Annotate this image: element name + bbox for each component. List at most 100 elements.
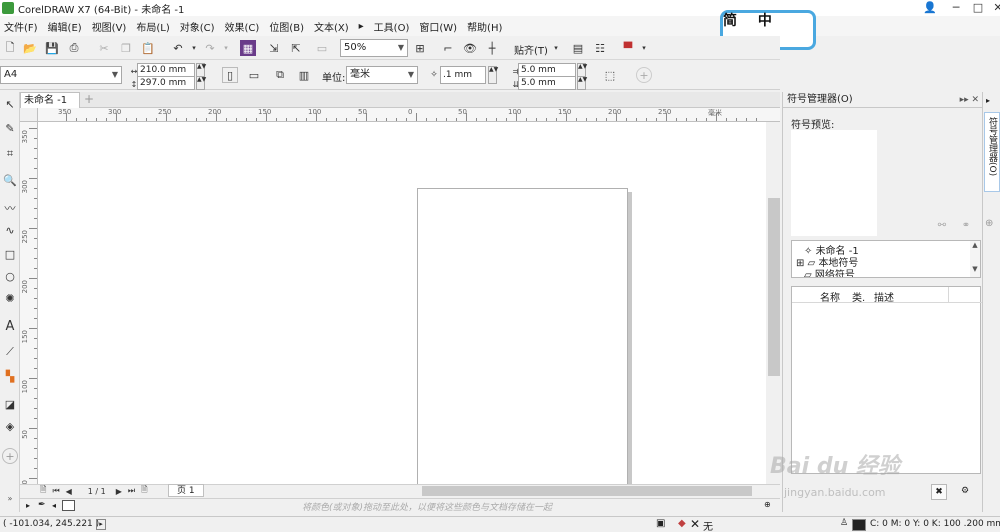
menu-text[interactable]: 文本(X) [314, 19, 349, 34]
column-description[interactable]: 描述 [874, 289, 894, 304]
page-width-spinner[interactable]: ▲▼ [196, 63, 206, 77]
menu-object[interactable]: 对象(C) [180, 19, 215, 34]
text-tool-icon[interactable]: A [2, 318, 18, 334]
palette-menu-icon[interactable]: ▸ [26, 501, 30, 510]
new-document-icon[interactable]: 🗋 [2, 40, 18, 56]
connector-tool-icon[interactable]: ▚ [2, 368, 18, 384]
print-icon[interactable]: ⎙ [66, 40, 82, 56]
minimize-button[interactable]: ─ [944, 0, 968, 16]
copy-icon[interactable]: ❐ [118, 40, 134, 56]
tree-item-network-symbols[interactable]: ▱ 网络符号 [804, 266, 855, 277]
search-content-icon[interactable]: ▦ [240, 40, 256, 56]
menu-bitmaps[interactable]: 位图(B) [269, 19, 304, 34]
menu-more-arrow[interactable]: ▸ [359, 21, 364, 32]
menu-file[interactable]: 文件(F) [4, 19, 38, 34]
zoom-level-select[interactable]: 50% ▼ [340, 39, 408, 57]
palette-scroll-left-icon[interactable]: ◂ [52, 501, 56, 510]
duplicate-y-spinner[interactable]: ▲▼ [577, 76, 587, 90]
welcome-screen-icon[interactable]: ▤ [570, 40, 586, 56]
ellipse-tool-icon[interactable]: ○ [2, 268, 18, 284]
fill-tool-icon[interactable]: ◈ [2, 418, 18, 434]
page-height-field[interactable]: 297.0 mm [137, 76, 195, 90]
unit-select[interactable]: 毫米 ▼ [346, 66, 418, 84]
ruler-origin[interactable] [20, 108, 38, 122]
docker-collapse-icon[interactable]: ▸▸ ✕ [960, 92, 979, 108]
launcher-chevron-icon[interactable]: ▾ [636, 40, 652, 56]
side-collapse-icon[interactable]: ▸ [986, 96, 990, 105]
page-height-spinner[interactable]: ▲▼ [196, 76, 206, 90]
expand-icon[interactable]: » [2, 490, 18, 506]
page-width-field[interactable]: 210.0 mm [137, 63, 195, 77]
portrait-icon[interactable]: ▯ [222, 67, 238, 83]
add-page-end-icon[interactable]: 🗎 [141, 484, 147, 498]
all-pages-icon[interactable]: ⧉ [272, 67, 288, 83]
show-grid-icon[interactable]: 👁 [462, 40, 478, 56]
symbol-options-icon[interactable]: ⚭ [959, 220, 973, 234]
snap-to-dropdown[interactable]: 贴齐(T) [514, 42, 548, 57]
nudge-spinner[interactable]: ▲▼ [488, 66, 498, 84]
previous-page-icon[interactable]: ◀ [66, 487, 72, 496]
add-tool-icon[interactable]: + [2, 448, 18, 464]
import-icon[interactable]: ⇲ [266, 40, 282, 56]
options-icon[interactable]: ☷ [592, 40, 608, 56]
add-page-start-icon[interactable]: 🗎 [40, 484, 46, 498]
symbol-list[interactable]: 名称 类. 描述 [791, 286, 982, 474]
tree-scrollbar[interactable]: ▲ ▼ [970, 241, 980, 277]
tab-symbol-manager[interactable]: 符号管理器(O) [984, 112, 1000, 192]
dimension-tool-icon[interactable]: ⟋ [2, 344, 18, 360]
first-page-icon[interactable]: ⏮ [52, 486, 59, 496]
drawing-canvas[interactable] [38, 122, 766, 484]
launcher-icon[interactable]: ▀ [620, 40, 636, 56]
publish-pdf-icon[interactable]: ▭ [314, 40, 330, 56]
tab-document[interactable]: 未命名 -1 [20, 92, 80, 108]
crop-tool-icon[interactable]: ⌗ [2, 146, 18, 162]
menu-view[interactable]: 视图(V) [92, 19, 127, 34]
user-icon[interactable]: 👤 [918, 0, 942, 16]
redo-dropdown-icon[interactable]: ▾ [218, 40, 234, 56]
last-page-icon[interactable]: ⏭ [128, 486, 135, 496]
treat-as-filled-icon[interactable]: ⬚ [602, 67, 618, 83]
paper-size-select[interactable]: A4 ▼ [0, 66, 122, 84]
paste-icon[interactable]: 📋 [140, 40, 156, 56]
menu-help[interactable]: 帮助(H) [467, 19, 502, 34]
page-tab[interactable]: 页 1 [168, 484, 204, 497]
document-color-settings-icon[interactable]: ▣ [656, 518, 665, 529]
side-add-icon[interactable]: ⊕ [985, 218, 993, 229]
freehand-tool-icon[interactable]: 〰 [2, 200, 18, 216]
column-type[interactable]: 类. [852, 289, 865, 304]
undo-dropdown-icon[interactable]: ▾ [186, 40, 202, 56]
full-screen-icon[interactable]: ⊞ [412, 40, 428, 56]
close-button[interactable]: ✕ [986, 0, 1000, 16]
menu-window[interactable]: 窗口(W) [419, 19, 457, 34]
horizontal-scroll-thumb[interactable] [422, 486, 752, 496]
nudge-distance-field[interactable]: .1 mm [440, 66, 486, 84]
export-symbol-icon[interactable]: ⚯ [935, 220, 949, 234]
artistic-media-icon[interactable]: ∿ [2, 222, 18, 238]
no-color-swatch[interactable] [62, 500, 75, 511]
new-tab-button[interactable]: + [82, 93, 96, 107]
shape-tool-icon[interactable]: ✎ [2, 120, 18, 136]
vertical-ruler[interactable]: 350 300 250 200 150 100 50 0 [20, 122, 38, 484]
show-guidelines-icon[interactable]: ┼ [484, 40, 500, 56]
drop-shadow-icon[interactable]: ◪ [2, 396, 18, 412]
vertical-scroll-thumb[interactable] [768, 198, 780, 376]
open-icon[interactable]: 📂 [22, 40, 38, 56]
add-icon[interactable]: + [636, 67, 652, 83]
eyedropper-icon[interactable]: ✒ [38, 500, 46, 510]
export-icon[interactable]: ⇱ [288, 40, 304, 56]
fill-color-icon[interactable]: ◆ [678, 518, 686, 529]
zoom-tool-icon[interactable]: 🔍 [2, 172, 18, 188]
horizontal-ruler[interactable]: 350 300 250 200 150 100 50 0 50 100 150 200 250 毫米 [38, 108, 780, 122]
menu-tools[interactable]: 工具(O) [374, 19, 410, 34]
pick-tool-icon[interactable]: ↖ [2, 96, 18, 112]
save-icon[interactable]: 💾 [44, 40, 60, 56]
show-rulers-icon[interactable]: ⌐ [440, 40, 456, 56]
next-page-icon[interactable]: ▶ [116, 487, 122, 496]
duplicate-x-spinner[interactable]: ▲▼ [577, 63, 587, 77]
rectangle-tool-icon[interactable]: □ [2, 246, 18, 262]
document-page[interactable] [417, 188, 628, 488]
undo-icon[interactable]: ↶ [170, 40, 186, 56]
column-name[interactable]: 名称 [820, 289, 840, 304]
zoom-icon[interactable]: ⊕ [764, 500, 771, 509]
duplicate-x-field[interactable]: 5.0 mm [518, 63, 576, 77]
